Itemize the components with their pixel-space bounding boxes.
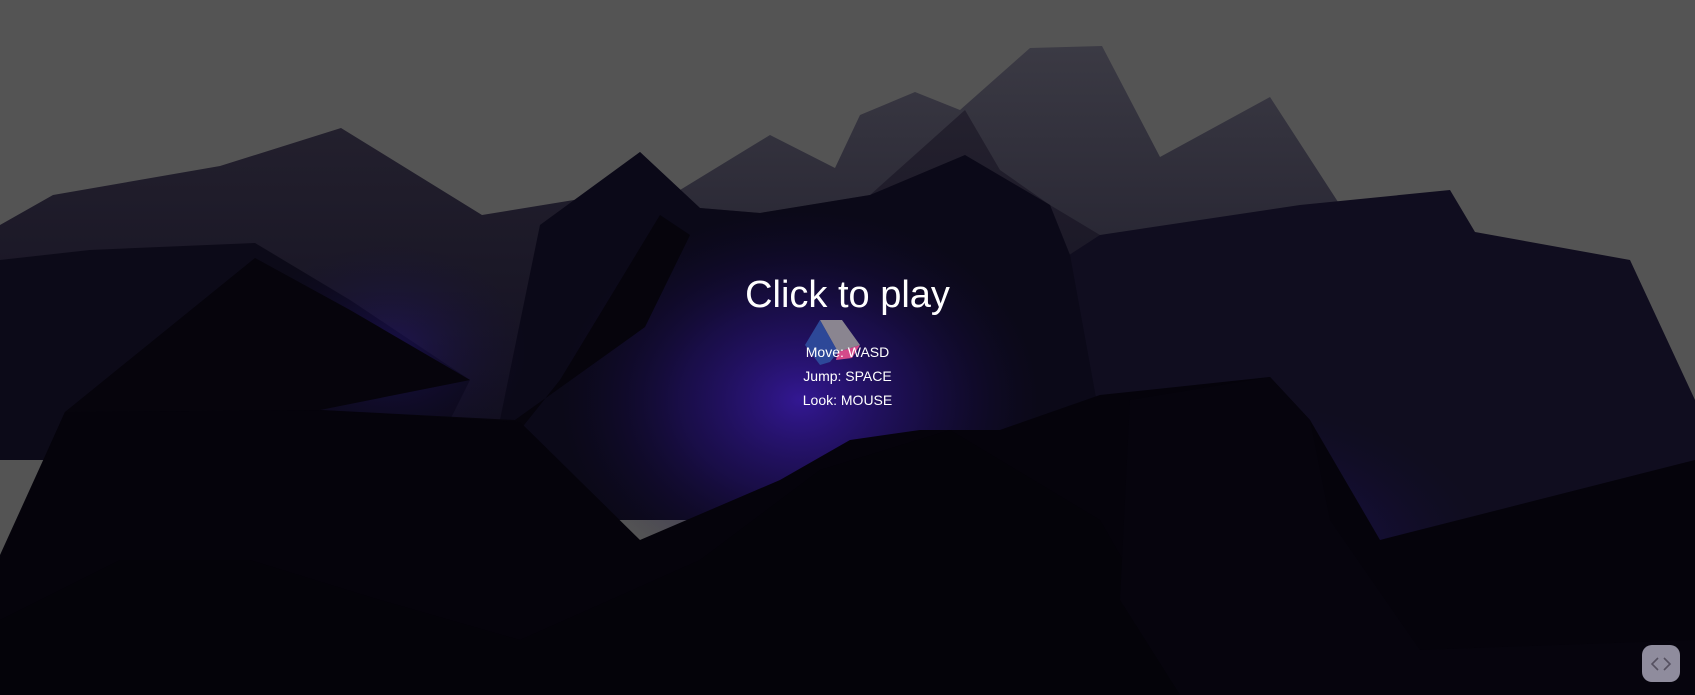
view-source-button[interactable] (1642, 645, 1680, 682)
control-hint-jump: Jump: SPACE (803, 368, 892, 384)
control-hint-look: Look: MOUSE (802, 392, 893, 408)
control-hint-move: Move: WASD (805, 344, 890, 360)
click-to-play-title: Click to play (745, 274, 950, 316)
code-icon (1650, 656, 1672, 671)
click-to-play-overlay[interactable]: Click to play Move: WASD Jump: SPACE Loo… (0, 0, 1695, 695)
